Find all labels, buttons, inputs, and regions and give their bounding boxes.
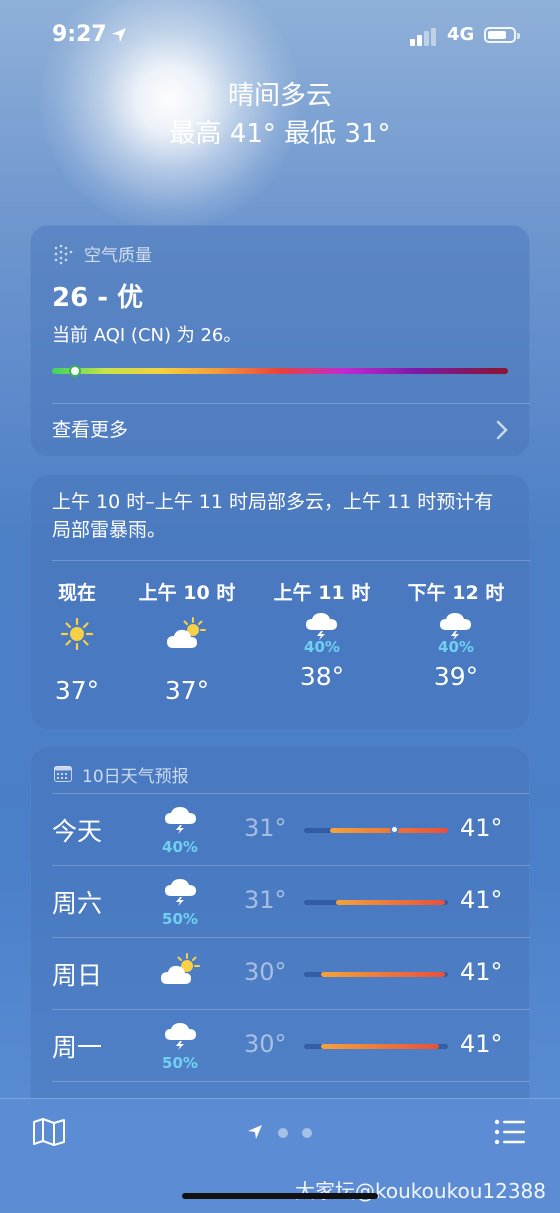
high-low-text: 最高 41° 最低 31°: [169, 119, 391, 149]
precip-chance: 50%: [162, 910, 198, 928]
day-label: 周日: [52, 961, 103, 990]
thunderstorm-icon: [156, 1020, 206, 1058]
aqi-indicator: [68, 365, 81, 377]
temp-range-fill: [335, 900, 446, 905]
precip-chance: 40%: [304, 638, 340, 656]
air-quality-title: 空气质量: [84, 246, 152, 266]
precip-chance: 50%: [162, 1054, 198, 1072]
high-temp: 41°: [460, 814, 503, 842]
map-icon[interactable]: [32, 1117, 66, 1151]
hour-temp: 37°: [54, 676, 100, 705]
network-type: 4G: [447, 24, 475, 45]
divider: [52, 403, 530, 404]
day-row[interactable]: 今天 40% 31° 41°: [52, 793, 530, 866]
air-quality-card[interactable]: 空气质量 26 - 优 当前 AQI (CN) 为 26。 查看更多: [30, 225, 530, 457]
hour-label: 下午 12 时: [407, 582, 505, 604]
hour-item: 上午 11 时 40% 38°: [267, 580, 377, 691]
day-label: 周六: [52, 889, 103, 918]
aqi-description: 当前 AQI (CN) 为 26。: [52, 325, 242, 346]
hour-temp: 37°: [164, 676, 210, 705]
low-temp: 31°: [244, 886, 287, 914]
day-row[interactable]: 周六 50% 31° 41°: [52, 865, 530, 938]
hour-label: 现在: [57, 582, 96, 604]
thunderstorm-icon: [156, 876, 206, 914]
temp-range-fill: [321, 972, 446, 977]
thunderstorm-icon: [156, 804, 206, 842]
hour-temp: 39°: [433, 662, 479, 691]
current-weather: 晴间多云 最高 41° 最低 31°: [0, 78, 560, 152]
sun-icon: [22, 616, 132, 652]
hour-temp: 38°: [299, 662, 345, 691]
precip-chance: 40%: [438, 638, 474, 656]
location-arrow-icon[interactable]: [246, 1123, 264, 1145]
aqi-value: 26 - 优: [52, 283, 144, 313]
partly-cloudy-icon: [156, 952, 206, 992]
hour-label: 上午 11 时: [273, 582, 371, 604]
hour-item: 现在 37°: [22, 580, 132, 705]
location-arrow-icon: [110, 26, 128, 48]
day-row[interactable]: 周日 30° 41°: [52, 937, 530, 1010]
precip-chance: [22, 652, 132, 670]
home-indicator[interactable]: [182, 1193, 378, 1199]
high-temp: 41°: [460, 886, 503, 914]
divider: [52, 560, 530, 561]
hour-item: 上午 10 时 37°: [132, 580, 242, 705]
temp-range-fill: [329, 828, 448, 833]
thunderstorm-icon: [267, 612, 377, 640]
temp-range-bar: [304, 825, 448, 834]
ten-day-forecast-card[interactable]: 10日天气预报 今天 40% 31° 41° 周六 50% 31° 41° 周日…: [30, 746, 530, 1118]
cellular-signal-icon: [410, 28, 440, 50]
precip-chance: 40%: [162, 838, 198, 856]
bottom-toolbar: 大家坛@koukoukou12388: [0, 1098, 560, 1213]
high-temp: 41°: [460, 1030, 503, 1058]
status-bar: 9:27 4G: [0, 22, 560, 56]
high-temp: 41°: [460, 958, 503, 986]
temp-range-fill: [321, 1044, 440, 1049]
page-dot[interactable]: [278, 1128, 288, 1138]
ten-day-title: 10日天气预报: [82, 767, 189, 787]
calendar-icon: [54, 766, 72, 786]
chevron-right-icon[interactable]: [496, 420, 508, 444]
aqi-scale-bar: [52, 365, 508, 377]
low-temp: 30°: [244, 1030, 287, 1058]
battery-icon: [484, 27, 520, 43]
day-row[interactable]: 周一 50% 30° 41°: [52, 1009, 530, 1082]
divider: [52, 1081, 530, 1083]
temp-range-bar: [304, 1044, 448, 1049]
page-dot[interactable]: [302, 1128, 312, 1138]
day-label: 周一: [52, 1033, 103, 1062]
low-temp: 31°: [244, 814, 287, 842]
low-temp: 30°: [244, 958, 287, 986]
watermark-text: 大家坛@koukoukou12388: [295, 1179, 546, 1203]
temp-range-bar: [304, 972, 448, 977]
forecast-summary: 上午 10 时–上午 11 时局部多云，上午 11 时预计有局部雷暴雨。: [52, 491, 494, 541]
partly-cloudy-icon: [132, 616, 242, 652]
thunderstorm-icon: [401, 612, 511, 640]
status-time: 9:27: [52, 22, 107, 47]
precip-chance: [132, 652, 242, 670]
day-label: 今天: [52, 817, 103, 846]
hour-label: 上午 10 时: [138, 582, 236, 604]
temp-range-bar: [304, 900, 448, 905]
hour-item: 下午 12 时 40% 39°: [401, 580, 511, 691]
hourly-forecast-card[interactable]: 上午 10 时–上午 11 时局部多云，上午 11 时预计有局部雷暴雨。 现在 …: [30, 474, 530, 730]
air-quality-icon: [52, 243, 74, 265]
list-icon[interactable]: [494, 1119, 526, 1149]
see-more-link[interactable]: 查看更多: [52, 415, 128, 442]
condition-text: 晴间多云: [227, 81, 332, 111]
